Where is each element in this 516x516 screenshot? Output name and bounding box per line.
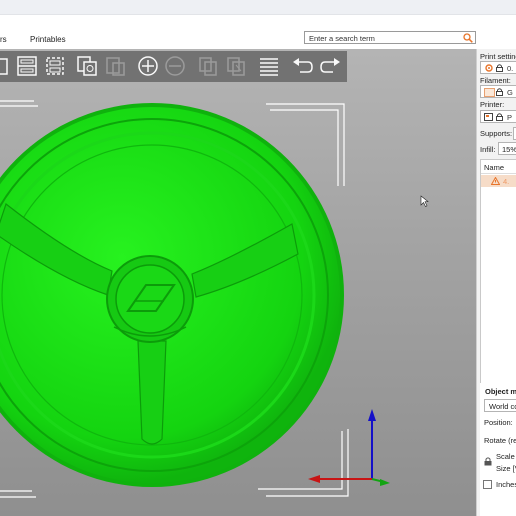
position-label: Position:: [484, 418, 513, 427]
filament-color-swatch: [484, 88, 495, 97]
window-top-strip: [0, 0, 516, 15]
add-instance-icon[interactable]: [137, 55, 159, 77]
list-item-label: 4.: [503, 177, 510, 186]
steering-wheel-model: [0, 103, 344, 487]
infill-value: 15%: [502, 145, 516, 154]
redo-icon[interactable]: [320, 55, 342, 77]
print-settings-label: Print setting: [480, 52, 516, 61]
printer-combo[interactable]: P: [480, 110, 516, 123]
rotate-label: Rotate (re: [484, 436, 516, 445]
scale-label: Scale f: [496, 452, 516, 461]
lock-icon: [496, 88, 503, 96]
paste-icon[interactable]: [104, 55, 126, 77]
printer-icon: [484, 113, 493, 121]
arrange-icon[interactable]: [16, 55, 38, 77]
list-item[interactable]: 4.: [481, 175, 516, 187]
lock-icon[interactable]: [484, 457, 492, 466]
printer-value: P: [507, 113, 513, 122]
axes-gizmo: [308, 409, 390, 486]
search-input[interactable]: Enter a search term: [304, 31, 476, 44]
infill-label: Infill:: [480, 145, 496, 154]
warning-icon: [491, 177, 500, 185]
search-placeholder: Enter a search term: [309, 34, 375, 43]
remove-instance-icon[interactable]: [164, 55, 186, 77]
list-header-name[interactable]: Name: [484, 163, 504, 172]
search-icon[interactable]: [463, 33, 473, 43]
supports-label: Supports:: [480, 129, 513, 138]
filament-label: Filament:: [480, 76, 511, 85]
object-manipulation-panel: Object m World co Position: Rotate (re S…: [480, 383, 516, 516]
size-label: Size [V: [496, 464, 516, 473]
top-toolbar: [0, 51, 347, 82]
list-header-divider: [481, 173, 516, 174]
layers-editing-icon[interactable]: [258, 55, 280, 77]
split-parts-icon[interactable]: [225, 55, 247, 77]
infill-combo[interactable]: 15%: [498, 142, 516, 155]
print-profile-value: 0.: [507, 64, 514, 73]
mouse-cursor: [420, 195, 429, 207]
printer-label: Printer:: [480, 100, 505, 109]
3d-viewport[interactable]: [0, 49, 476, 516]
right-sidebar: Print setting 0. Filament: G Printer: P …: [476, 49, 516, 516]
coordinate-system-select[interactable]: World co: [484, 399, 516, 412]
inches-checkbox[interactable]: [483, 480, 492, 489]
menu-item-partial[interactable]: rs: [0, 35, 7, 44]
filament-combo[interactable]: G: [480, 85, 516, 98]
inches-label: Inches: [496, 480, 516, 489]
menu-item-printables[interactable]: Printables: [30, 35, 66, 44]
copy-icon[interactable]: [76, 55, 98, 77]
object-manipulation-title: Object m: [485, 387, 516, 396]
split-objects-icon[interactable]: [197, 55, 219, 77]
scene: [0, 100, 429, 498]
gear-icon: [485, 64, 493, 72]
arrange-selection-icon[interactable]: [44, 55, 66, 77]
lock-icon: [496, 113, 503, 121]
lock-icon: [496, 64, 503, 72]
coordinate-system-value: World co: [489, 402, 516, 411]
add-part-icon[interactable]: [0, 55, 12, 77]
print-profile-combo[interactable]: 0.: [480, 61, 516, 74]
filament-value: G: [507, 88, 513, 97]
undo-icon[interactable]: [291, 55, 313, 77]
